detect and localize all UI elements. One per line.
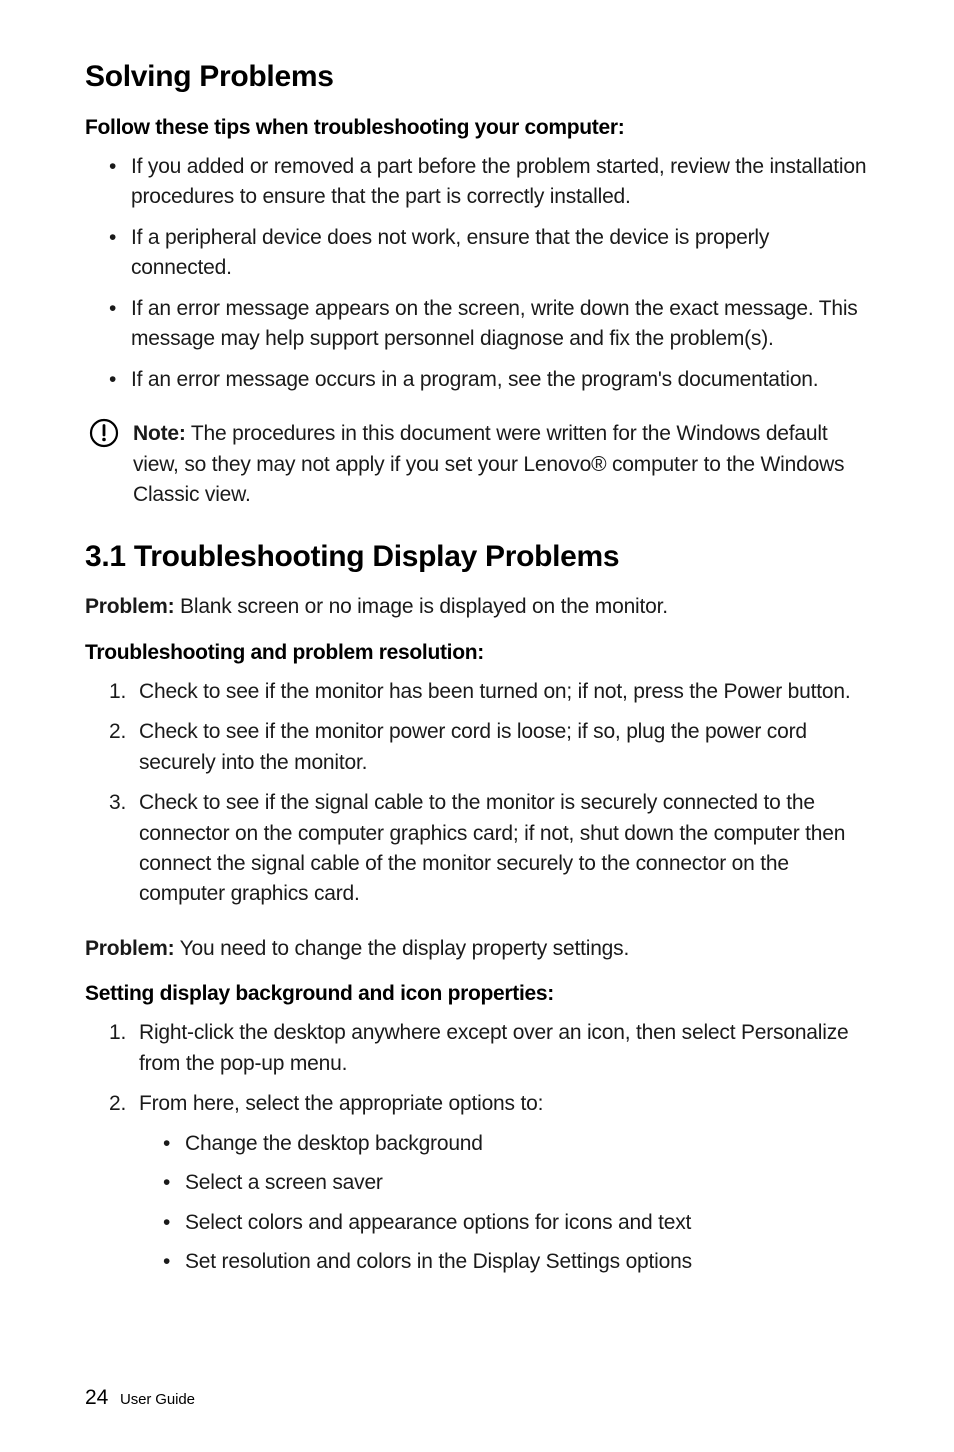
list-item: Check to see if the signal cable to the …: [109, 788, 869, 910]
nested-options-list: Change the desktop background Select a s…: [139, 1128, 869, 1278]
list-item: If a peripheral device does not work, en…: [109, 223, 869, 284]
list-item: If you added or removed a part before th…: [109, 152, 869, 213]
resolution-steps-1: Check to see if the monitor has been tur…: [85, 677, 869, 910]
list-item: Select colors and appearance options for…: [163, 1207, 869, 1239]
alert-icon: [89, 418, 119, 453]
problem-text: Blank screen or no image is displayed on…: [174, 595, 667, 618]
page-footer: 24 User Guide: [85, 1386, 195, 1410]
problem-label: Problem:: [85, 595, 174, 618]
section-3-1-heading: 3.1 Troubleshooting Display Problems: [85, 540, 869, 574]
list-item: Right-click the desktop anywhere except …: [109, 1018, 869, 1079]
list-item-lead: From here, select the appropriate option…: [139, 1092, 543, 1115]
list-item: Change the desktop background: [163, 1128, 869, 1160]
resolution-heading: Troubleshooting and problem resolution:: [85, 641, 869, 665]
problem-text: You need to change the display property …: [174, 937, 629, 960]
list-item: From here, select the appropriate option…: [109, 1089, 869, 1277]
note-label: Note:: [133, 422, 186, 445]
note-callout: Note: The procedures in this document we…: [85, 419, 869, 510]
tips-heading: Follow these tips when troubleshooting y…: [85, 116, 869, 140]
list-item: Check to see if the monitor power cord i…: [109, 717, 869, 778]
problem-1: Problem: Blank screen or no image is dis…: [85, 592, 869, 622]
list-item: If an error message occurs in a program,…: [109, 365, 869, 395]
list-item: Check to see if the monitor has been tur…: [109, 677, 869, 707]
page-heading: Solving Problems: [85, 60, 869, 94]
note-body: The procedures in this document were wri…: [133, 422, 844, 506]
list-item: Set resolution and colors in the Display…: [163, 1246, 869, 1278]
problem-2: Problem: You need to change the display …: [85, 934, 869, 964]
resolution-steps-2: Right-click the desktop anywhere except …: [85, 1018, 869, 1277]
tips-list: If you added or removed a part before th…: [85, 152, 869, 395]
setting-heading: Setting display background and icon prop…: [85, 982, 869, 1006]
list-item: If an error message appears on the scree…: [109, 294, 869, 355]
problem-label: Problem:: [85, 937, 174, 960]
footer-title: User Guide: [120, 1391, 195, 1408]
list-item: Select a screen saver: [163, 1167, 869, 1199]
page-number: 24: [85, 1386, 108, 1409]
note-text: Note: The procedures in this document we…: [133, 419, 869, 510]
